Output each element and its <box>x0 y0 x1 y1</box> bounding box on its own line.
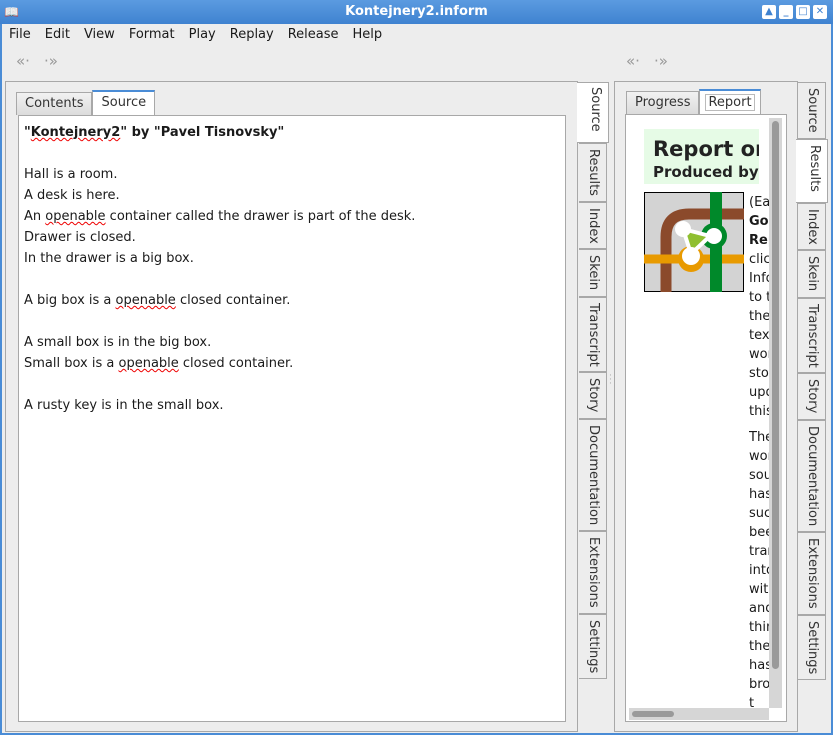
menu-help[interactable]: Help <box>346 24 390 46</box>
side-tab-documentation[interactable]: Documentation <box>579 418 607 531</box>
title-bar: 📖 Kontejnery2.inform ▲ _ □ ✕ <box>0 0 833 24</box>
app-book-icon: 📖 <box>4 5 19 19</box>
source-line: Small box is a openable closed container… <box>24 356 294 371</box>
menu-file[interactable]: File <box>2 24 38 46</box>
horizontal-scrollbar[interactable] <box>629 708 769 720</box>
source-line <box>24 143 560 164</box>
forward-arrow-icon[interactable]: ·» <box>654 52 668 70</box>
report-header: Report on Produced by In <box>644 129 759 184</box>
source-line: In the drawer is a big box. <box>24 251 194 266</box>
side-tab-settings[interactable]: Settings <box>579 613 607 679</box>
menu-format[interactable]: Format <box>122 24 182 46</box>
menu-bar: File Edit View Format Play Replay Releas… <box>2 24 389 46</box>
source-line: Hall is a room. <box>24 167 118 182</box>
side-tab-story[interactable]: Story <box>798 373 826 420</box>
source-line: A rusty key is in the small box. <box>24 398 224 413</box>
side-tab-extensions[interactable]: Extensions <box>579 530 607 614</box>
side-tab-results[interactable]: Results <box>579 142 607 202</box>
forward-arrow-icon[interactable]: ·» <box>44 52 58 70</box>
side-tab-source[interactable]: Source <box>577 82 609 143</box>
report-heading: Report on <box>653 137 759 161</box>
report-view: Report on Produced by In (Eac Go Rep cli… <box>625 114 787 722</box>
side-tab-index[interactable]: Index <box>579 201 607 250</box>
side-tab-skein[interactable]: Skein <box>798 250 826 298</box>
source-line: A small box is in the big box. <box>24 335 212 350</box>
tab-progress[interactable]: Progress <box>626 91 700 114</box>
vertical-scrollbar-thumb[interactable] <box>772 121 779 669</box>
menu-play[interactable]: Play <box>182 24 223 46</box>
source-line <box>24 311 560 332</box>
inform-logo-icon <box>644 192 744 292</box>
source-line <box>24 269 560 290</box>
side-tab-source[interactable]: Source <box>798 82 826 139</box>
source-line: An openable container called the drawer … <box>24 209 416 224</box>
source-title-line: "Kontejnery2" by "Pavel Tisnovsky" <box>24 125 285 140</box>
source-line <box>24 374 560 395</box>
tab-source[interactable]: Source <box>92 90 156 115</box>
window-up-icon[interactable]: ▲ <box>762 5 776 19</box>
vertical-scrollbar[interactable] <box>769 118 782 708</box>
source-editor[interactable]: "Kontejnery2" by "Pavel Tisnovsky" Hall … <box>18 115 566 722</box>
tab-report-label: Report <box>705 94 755 111</box>
side-tab-transcript[interactable]: Transcript <box>798 297 826 374</box>
pane-splitter-handle[interactable]: · · · <box>609 372 612 389</box>
left-side-tabs: Source Results Index Skein Transcript St… <box>577 82 609 679</box>
source-line: A desk is here. <box>24 188 120 203</box>
report-subheading: Produced by In <box>653 163 759 181</box>
side-tab-index[interactable]: Index <box>798 202 826 251</box>
right-tabs: Progress Report <box>626 89 761 114</box>
side-tab-settings[interactable]: Settings <box>798 614 826 680</box>
menu-edit[interactable]: Edit <box>38 24 77 46</box>
back-arrow-icon[interactable]: «· <box>16 52 30 70</box>
back-arrow-icon[interactable]: «· <box>626 52 640 70</box>
window-title: Kontejnery2.inform <box>345 4 488 19</box>
minimize-button[interactable]: _ <box>779 5 793 19</box>
side-tab-extensions[interactable]: Extensions <box>798 531 826 615</box>
maximize-button[interactable]: □ <box>796 5 810 19</box>
side-tab-transcript[interactable]: Transcript <box>579 296 607 373</box>
main-window: File Edit View Format Play Replay Releas… <box>2 24 831 733</box>
source-line: Drawer is closed. <box>24 230 136 245</box>
side-tab-results[interactable]: Results <box>796 138 828 203</box>
left-tabs: Contents Source <box>16 90 156 115</box>
close-button[interactable]: ✕ <box>813 5 827 19</box>
menu-view[interactable]: View <box>77 24 122 46</box>
tab-report[interactable]: Report <box>699 89 761 114</box>
tab-contents[interactable]: Contents <box>16 92 93 115</box>
menu-replay[interactable]: Replay <box>223 24 281 46</box>
source-line: A big box is a openable closed container… <box>24 293 291 308</box>
side-tab-skein[interactable]: Skein <box>579 249 607 297</box>
side-tab-documentation[interactable]: Documentation <box>798 419 826 532</box>
right-side-tabs: Source Results Index Skein Transcript St… <box>796 82 828 680</box>
menu-release[interactable]: Release <box>281 24 346 46</box>
side-tab-story[interactable]: Story <box>579 372 607 419</box>
horizontal-scrollbar-thumb[interactable] <box>632 711 674 717</box>
